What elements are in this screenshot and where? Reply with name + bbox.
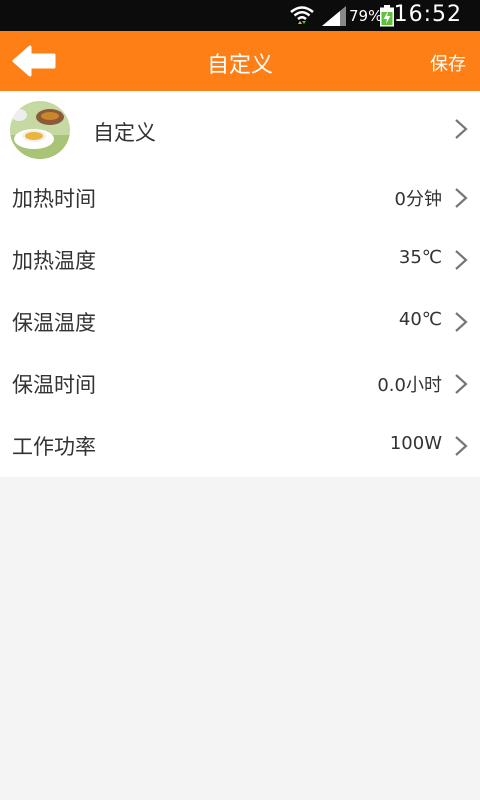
status-bar: 79% 16:52: [0, 0, 480, 31]
setting-value: 40℃: [398, 309, 442, 330]
setting-row-keep-warm-time[interactable]: 保温时间 0.0小时: [0, 353, 480, 415]
chevron-right-icon: [455, 119, 468, 139]
setting-value: 35℃: [398, 247, 442, 268]
save-button[interactable]: 保存: [430, 50, 466, 76]
chevron-right-icon: [455, 436, 468, 456]
setting-row-heating-temperature[interactable]: 加热温度 35℃: [0, 229, 480, 291]
settings-list: 自定义 加热时间 0分钟 加热温度 35℃ 保温温度 40℃ 保温时间 0.0小…: [0, 91, 480, 477]
chevron-right-icon: [455, 250, 468, 270]
chevron-right-icon: [455, 374, 468, 394]
setting-value: 0分钟: [394, 189, 442, 210]
title-bar: 自定义 保存: [0, 31, 480, 91]
page-title: 自定义: [206, 53, 273, 78]
signal-icon: [322, 6, 346, 26]
clock: 16:52: [393, 2, 462, 27]
setting-row-heating-time[interactable]: 加热时间 0分钟: [0, 167, 480, 229]
setting-value: 100W: [389, 433, 442, 454]
chevron-right-icon: [455, 312, 468, 332]
wifi-icon: [290, 6, 314, 24]
setting-row-keep-warm-temperature[interactable]: 保温温度 40℃: [0, 291, 480, 353]
setting-row-power[interactable]: 工作功率 100W: [0, 415, 480, 477]
setting-value: 0.0小时: [377, 375, 442, 396]
battery-percent: 79%: [349, 7, 383, 25]
chevron-right-icon: [455, 188, 468, 208]
setting-label: 加热温度: [12, 249, 96, 273]
setting-label: 工作功率: [12, 435, 96, 459]
recipe-header-row[interactable]: 自定义: [0, 91, 480, 167]
setting-label: 加热时间: [12, 187, 96, 211]
setting-label: 保温温度: [12, 311, 96, 335]
battery-icon: [380, 5, 394, 27]
recipe-name: 自定义: [93, 121, 156, 145]
recipe-image: [10, 101, 70, 159]
setting-label: 保温时间: [12, 373, 96, 397]
